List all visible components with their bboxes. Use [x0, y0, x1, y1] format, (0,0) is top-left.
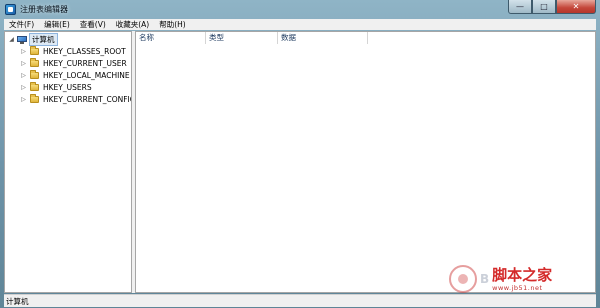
tree-item-label: HKEY_CURRENT_CONFIG: [43, 95, 132, 104]
window-title: 注册表编辑器: [20, 5, 68, 14]
tree-item-label: HKEY_LOCAL_MACHINE: [43, 71, 130, 80]
tree-item-label: HKEY_CURRENT_USER: [43, 59, 127, 68]
close-button[interactable]: ✕: [556, 0, 596, 14]
column-header-data[interactable]: 数据: [278, 32, 368, 44]
folder-icon: [30, 94, 39, 103]
computer-icon: [17, 35, 27, 44]
tree-item-computer[interactable]: ◢ 计算机: [8, 33, 58, 46]
expand-arrow-icon[interactable]: ▷: [20, 70, 27, 81]
tree-item-label: 计算机: [29, 33, 58, 46]
tree-item-hkey-users[interactable]: ▷ HKEY_USERS: [20, 82, 92, 93]
tree-item-hkey-classes-root[interactable]: ▷ HKEY_CLASSES_ROOT: [20, 46, 126, 57]
menu-file[interactable]: 文件(F): [4, 19, 39, 30]
expand-arrow-icon[interactable]: ▷: [20, 94, 27, 105]
tree-item-hkey-current-user[interactable]: ▷ HKEY_CURRENT_USER: [20, 58, 127, 69]
tree-item-hkey-local-machine[interactable]: ▷ HKEY_LOCAL_MACHINE: [20, 70, 130, 81]
registry-tree-pane[interactable]: ◢ 计算机 ▷ HKEY_CLASSES_ROOT ▷ HKEY_CURRENT…: [4, 31, 132, 293]
list-header: 名称 类型 数据: [136, 32, 595, 44]
maximize-button[interactable]: □: [532, 0, 556, 14]
menu-bar: 文件(F) 编辑(E) 查看(V) 收藏夹(A) 帮助(H): [4, 19, 596, 30]
collapse-arrow-icon[interactable]: ◢: [8, 34, 15, 45]
menu-edit[interactable]: 编辑(E): [39, 19, 75, 30]
expand-arrow-icon[interactable]: ▷: [20, 82, 27, 93]
tree-item-label: HKEY_USERS: [43, 83, 92, 92]
registry-editor-window: 注册表编辑器 — □ ✕ 文件(F) 编辑(E) 查看(V) 收藏夹(A) 帮助…: [0, 0, 600, 308]
values-list-pane[interactable]: 名称 类型 数据: [135, 31, 596, 293]
folder-icon: [30, 70, 39, 79]
tree-item-hkey-current-config[interactable]: ▷ HKEY_CURRENT_CONFIG: [20, 94, 132, 105]
menu-view[interactable]: 查看(V): [75, 19, 111, 30]
minimize-button[interactable]: —: [508, 0, 532, 14]
tree-item-label: HKEY_CLASSES_ROOT: [43, 47, 126, 56]
menu-help[interactable]: 帮助(H): [154, 19, 191, 30]
menu-favorites[interactable]: 收藏夹(A): [111, 19, 154, 30]
folder-icon: [30, 46, 39, 55]
status-bar: 计算机: [4, 294, 596, 307]
folder-icon: [30, 82, 39, 91]
column-header-name[interactable]: 名称: [136, 32, 206, 44]
expand-arrow-icon[interactable]: ▷: [20, 58, 27, 69]
registry-editor-app-icon: [5, 4, 16, 15]
window-controls: — □ ✕: [508, 0, 596, 14]
column-header-type[interactable]: 类型: [206, 32, 278, 44]
expand-arrow-icon[interactable]: ▷: [20, 46, 27, 57]
title-bar[interactable]: 注册表编辑器 — □ ✕: [0, 0, 600, 19]
status-path: 计算机: [6, 296, 29, 306]
folder-icon: [30, 58, 39, 67]
